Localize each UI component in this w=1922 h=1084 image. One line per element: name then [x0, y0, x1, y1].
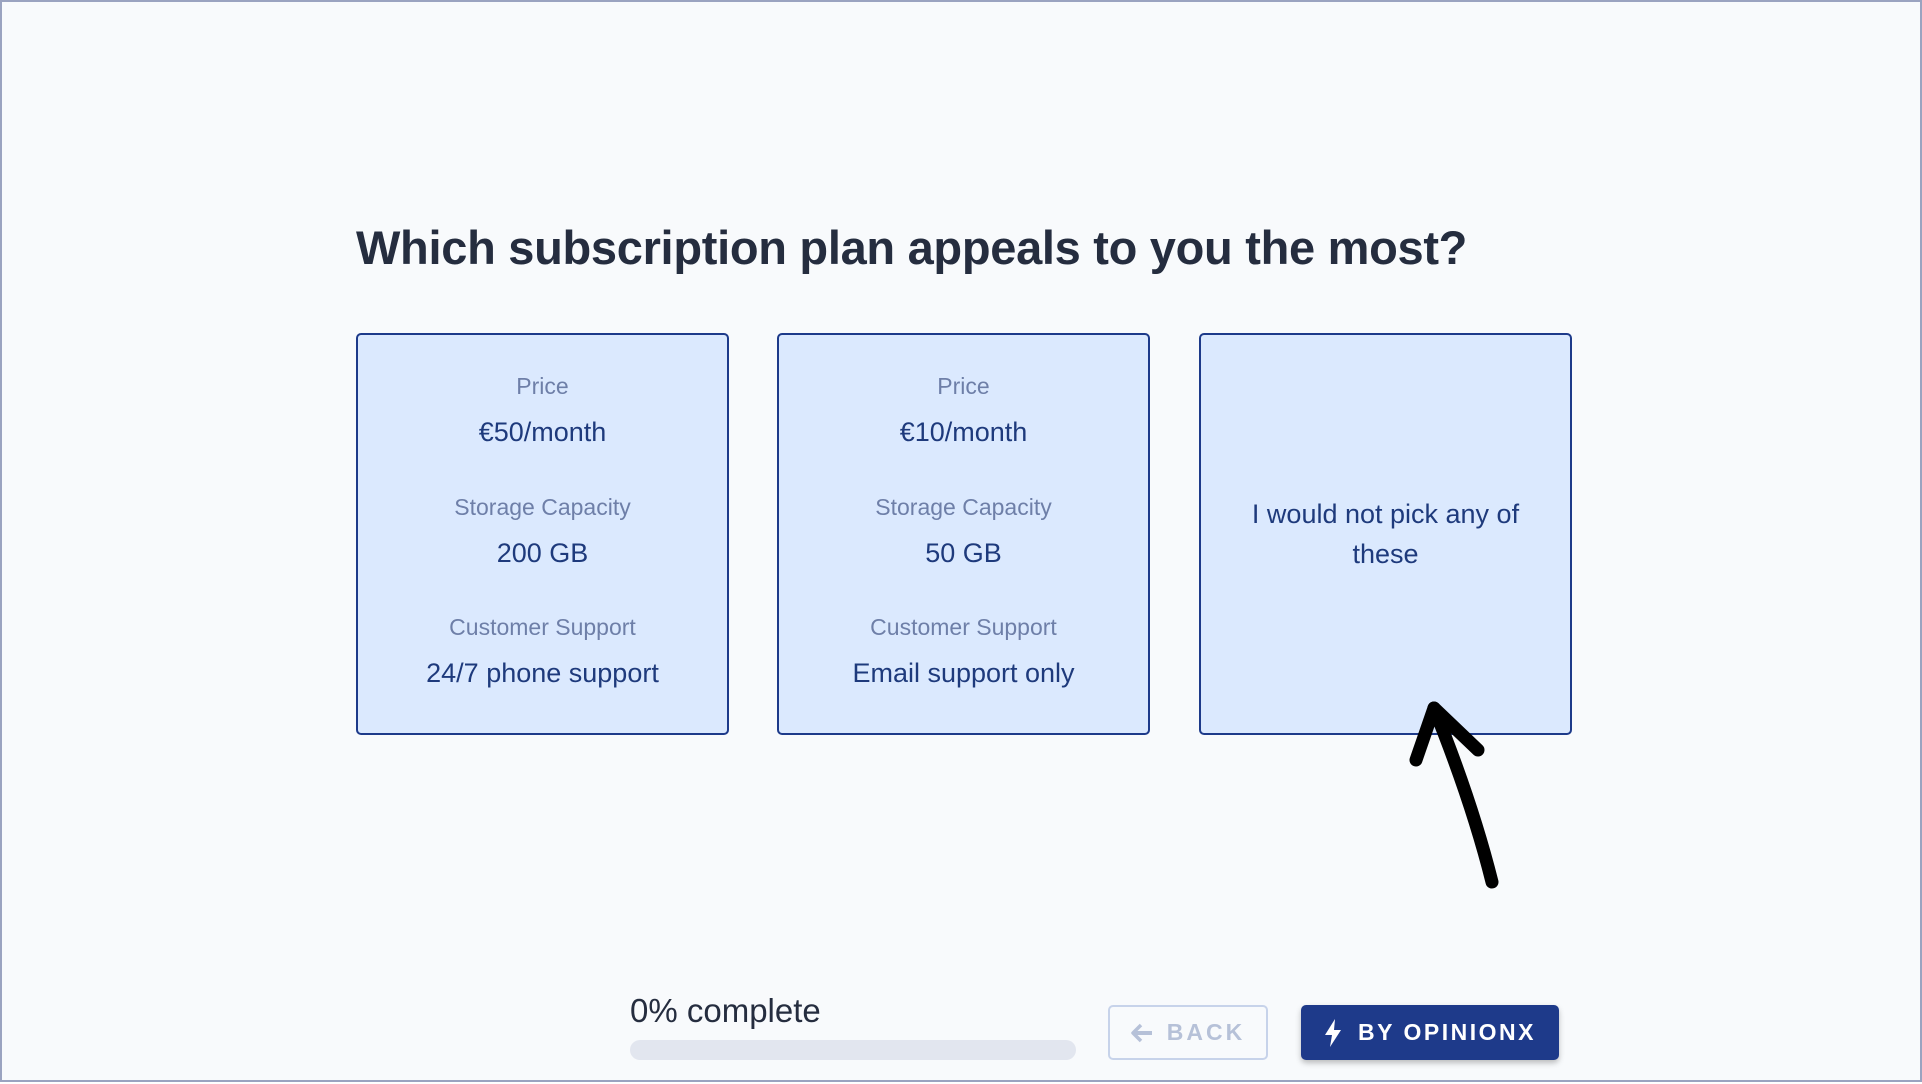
attribute-value: 24/7 phone support — [426, 658, 659, 689]
opinionx-brand-button[interactable]: BY OPINIONX — [1301, 1005, 1559, 1060]
opinionx-brand-label: BY OPINIONX — [1358, 1019, 1536, 1045]
survey-page: Which subscription plan appeals to you t… — [0, 0, 1922, 1082]
back-button-label: BACK — [1166, 1019, 1246, 1045]
attribute-value: 50 GB — [925, 537, 1002, 568]
attribute-value: Email support only — [852, 658, 1075, 689]
attribute-value: €10/month — [899, 417, 1028, 447]
option-card-2[interactable]: Price €10/month Storage Capacity 50 GB C… — [777, 333, 1150, 735]
attribute-storage: Storage Capacity 50 GB — [875, 492, 1051, 613]
progress-label: 0% complete — [630, 992, 821, 1029]
attribute-label: Customer Support — [870, 614, 1057, 641]
attribute-label: Storage Capacity — [875, 493, 1052, 520]
back-button[interactable]: BACK — [1108, 1005, 1268, 1060]
attribute-label: Price — [516, 373, 569, 399]
attribute-support: Customer Support Email support only — [852, 612, 1074, 733]
none-option-label: I would not pick any of these — [1251, 499, 1520, 569]
attribute-price: Price €50/month — [479, 371, 607, 492]
attribute-price: Price €10/month — [900, 371, 1028, 492]
lightning-bolt-icon — [1324, 1018, 1342, 1047]
arrow-left-icon — [1131, 1023, 1153, 1043]
none-option-card[interactable]: I would not pick any of these — [1199, 333, 1572, 735]
question-title: Which subscription plan appeals to you t… — [356, 221, 1468, 274]
attribute-value: 200 GB — [496, 537, 589, 568]
attribute-value: €50/month — [478, 417, 607, 447]
attribute-storage: Storage Capacity 200 GB — [454, 492, 630, 613]
option-card-1[interactable]: Price €50/month Storage Capacity 200 GB … — [356, 333, 729, 735]
attribute-support: Customer Support 24/7 phone support — [426, 612, 659, 733]
progress-bar — [630, 1040, 1076, 1060]
attribute-label: Storage Capacity — [454, 493, 631, 520]
attribute-label: Customer Support — [449, 614, 636, 641]
attribute-label: Price — [937, 373, 990, 399]
